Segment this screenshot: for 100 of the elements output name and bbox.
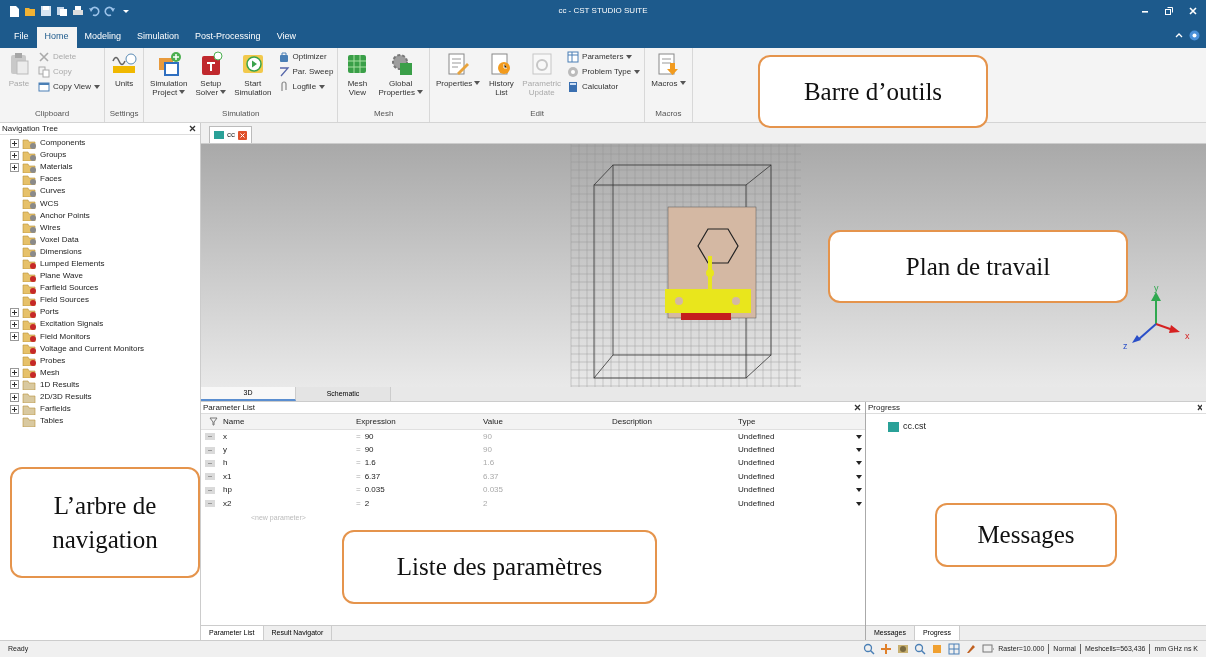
- collapse-icon[interactable]: [1175, 32, 1183, 38]
- expand-icon[interactable]: [10, 380, 19, 390]
- expand-icon[interactable]: [10, 404, 19, 414]
- tree-item[interactable]: 2D/3D Results: [40, 391, 92, 403]
- column-header[interactable]: Description: [612, 415, 738, 428]
- document-tab[interactable]: cc: [209, 126, 252, 143]
- zoom-icon[interactable]: [863, 643, 876, 655]
- expand-icon[interactable]: [10, 162, 19, 172]
- filter-icon[interactable]: [209, 417, 218, 426]
- caret-icon[interactable]: [856, 461, 862, 466]
- tree-item[interactable]: Voltage and Current Monitors: [40, 342, 145, 355]
- row-handle-icon[interactable]: [205, 433, 215, 441]
- caret-icon[interactable]: [179, 90, 186, 95]
- table-cell[interactable]: Undefined: [738, 444, 856, 457]
- row-handle-icon[interactable]: [205, 500, 215, 508]
- ribbon-button[interactable]: Macros: [649, 51, 688, 108]
- tree-item[interactable]: Farfields: [40, 403, 71, 416]
- tree-item[interactable]: Field Monitors: [40, 330, 91, 343]
- tree-item[interactable]: Mesh: [40, 366, 60, 379]
- caret-icon[interactable]: [856, 501, 862, 506]
- ribbon-button[interactable]: Par. Sweep: [277, 66, 334, 78]
- tree-item[interactable]: Farfield Sources: [40, 282, 99, 295]
- row-handle-icon[interactable]: [205, 486, 215, 494]
- progress-item[interactable]: cc.cst: [903, 420, 926, 434]
- menu-tab[interactable]: Post-Processing: [187, 26, 269, 48]
- tree-item[interactable]: Ports: [40, 306, 59, 319]
- tree-item[interactable]: Materials: [40, 161, 73, 174]
- caret-icon[interactable]: [856, 474, 862, 479]
- new-file-icon[interactable]: [8, 5, 20, 17]
- expand-icon[interactable]: [10, 319, 19, 329]
- column-header[interactable]: Expression: [356, 415, 483, 428]
- ribbon-button[interactable]: Simulation Project: [148, 51, 190, 108]
- caret-icon[interactable]: [856, 488, 862, 493]
- tree-item[interactable]: Excitation Signals: [40, 318, 104, 331]
- menu-tab[interactable]: File: [6, 26, 37, 48]
- ribbon-button[interactable]: Parameters: [567, 51, 641, 63]
- tree-item[interactable]: Wires: [40, 221, 61, 234]
- tree-item[interactable]: Anchor Points: [40, 209, 90, 222]
- close-icon[interactable]: [189, 125, 196, 132]
- column-header[interactable]: Type: [738, 415, 856, 428]
- expand-icon[interactable]: [10, 150, 19, 160]
- ribbon-button[interactable]: Optimizer: [277, 51, 334, 63]
- copy-icon[interactable]: [56, 5, 68, 17]
- table-cell[interactable]: Undefined: [738, 457, 856, 470]
- ribbon-button[interactable]: Start Simulation: [232, 51, 274, 108]
- undo-icon[interactable]: [88, 5, 100, 17]
- ribbon-button[interactable]: Global Properties: [376, 51, 425, 108]
- print-icon[interactable]: [72, 5, 84, 17]
- menu-tab[interactable]: View: [268, 26, 304, 48]
- brush-icon[interactable]: [965, 643, 978, 655]
- caret-icon[interactable]: [416, 90, 423, 95]
- redo-icon[interactable]: [104, 5, 116, 17]
- expand-icon[interactable]: [10, 138, 19, 148]
- row-handle-icon[interactable]: [205, 446, 215, 454]
- ribbon-button[interactable]: Logfile: [277, 81, 334, 93]
- table-cell[interactable]: Undefined: [738, 484, 856, 497]
- caret-icon[interactable]: [856, 434, 862, 439]
- ribbon-button[interactable]: Properties: [433, 51, 483, 108]
- move-icon[interactable]: [880, 643, 893, 655]
- tree-item[interactable]: Voxel Data: [40, 233, 79, 246]
- ribbon-button[interactable]: Setup Solver: [193, 51, 229, 108]
- tree-item[interactable]: Plane Wave: [40, 270, 83, 283]
- table-cell[interactable]: Undefined: [738, 497, 856, 510]
- save-icon[interactable]: [40, 5, 52, 17]
- ribbon-button[interactable]: Units: [109, 51, 140, 108]
- tree-item[interactable]: Faces: [40, 173, 62, 186]
- expand-icon[interactable]: [10, 368, 19, 378]
- expand-icon[interactable]: [10, 392, 19, 402]
- column-header[interactable]: Name: [223, 415, 356, 428]
- zoom-icon[interactable]: [914, 643, 927, 655]
- tree-item[interactable]: Components: [40, 137, 86, 150]
- menu-tab[interactable]: Home: [36, 26, 77, 48]
- tree-item[interactable]: Lumped Elements: [40, 258, 105, 270]
- restore-icon[interactable]: [1164, 6, 1174, 16]
- tree-item[interactable]: Groups: [40, 149, 67, 162]
- caret-icon[interactable]: [679, 80, 686, 85]
- tree-item[interactable]: Curves: [40, 185, 66, 198]
- tree-item[interactable]: WCS: [40, 197, 59, 210]
- folder-icon[interactable]: [24, 5, 36, 17]
- table-cell[interactable]: Undefined: [738, 470, 856, 483]
- caret-icon[interactable]: [220, 90, 227, 95]
- tree-item[interactable]: 1D Results: [40, 378, 80, 391]
- close-icon[interactable]: [854, 404, 861, 411]
- column-header[interactable]: Value: [483, 415, 612, 428]
- caret-icon[interactable]: [94, 85, 101, 89]
- ribbon-button[interactable]: History List: [486, 51, 517, 108]
- ribbon-button[interactable]: Mesh View: [342, 51, 373, 108]
- tree-item[interactable]: Tables: [40, 415, 64, 428]
- ribbon-button[interactable]: Copy View: [38, 81, 101, 93]
- row-handle-icon[interactable]: [205, 459, 215, 467]
- caret-icon[interactable]: [626, 55, 633, 59]
- menu-tab[interactable]: Modeling: [76, 26, 130, 48]
- caret-icon[interactable]: [319, 85, 326, 89]
- ribbon-button[interactable]: Calculator: [567, 81, 641, 93]
- row-handle-icon[interactable]: [205, 473, 215, 481]
- table-cell[interactable]: Undefined: [738, 430, 856, 443]
- tree-item[interactable]: Probes: [40, 354, 66, 367]
- grid-icon[interactable]: [948, 643, 961, 655]
- caret-icon[interactable]: [634, 70, 641, 74]
- menu-tab[interactable]: Simulation: [129, 26, 188, 48]
